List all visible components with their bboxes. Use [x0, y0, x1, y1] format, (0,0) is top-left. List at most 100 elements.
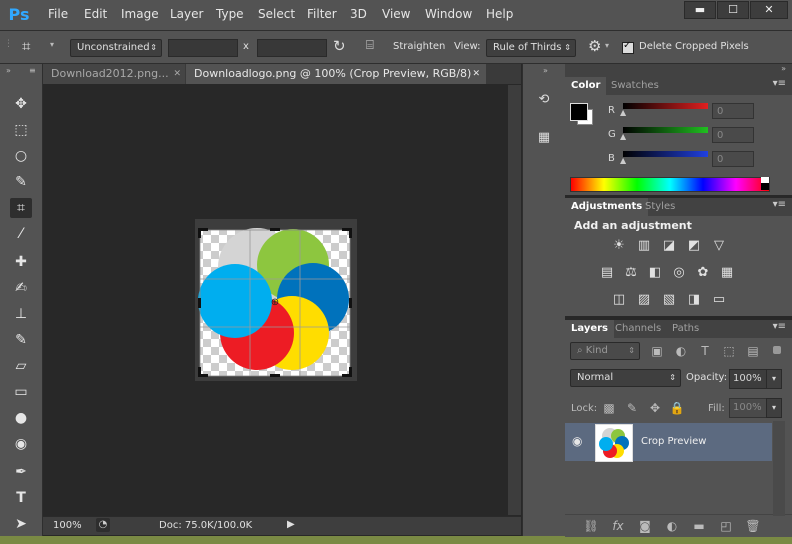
- trash-icon[interactable]: 🗑: [745, 518, 761, 534]
- eyedropper-tool-icon[interactable]: ⁄: [10, 224, 32, 244]
- collapse-dock-icon[interactable]: »: [543, 66, 548, 75]
- lasso-tool-icon[interactable]: ○: [10, 146, 32, 166]
- ratio-dropdown[interactable]: Unconstrained ⇕: [70, 39, 162, 57]
- tab-channels[interactable]: Channels: [609, 320, 667, 338]
- zoom-level[interactable]: 100%: [53, 520, 82, 531]
- levels-icon[interactable]: ▥: [635, 238, 653, 254]
- panel-menu-icon[interactable]: ▾≡: [773, 199, 786, 210]
- new-group-icon[interactable]: ▬: [691, 518, 707, 534]
- clear-rotate-icon[interactable]: ↻: [333, 37, 346, 55]
- menu-file[interactable]: File: [48, 7, 68, 21]
- panel-menu-icon[interactable]: ▾≡: [773, 78, 786, 89]
- panel-menu-icon[interactable]: ▾≡: [773, 321, 786, 332]
- vertical-scrollbar[interactable]: [508, 85, 521, 515]
- menu-select[interactable]: Select: [258, 7, 295, 21]
- tab-download2012[interactable]: Download2012.png... ✕: [43, 64, 185, 84]
- close-button[interactable]: ✕: [750, 1, 788, 19]
- tab-layers[interactable]: Layers: [565, 320, 614, 338]
- dodge-tool-icon[interactable]: ◉: [10, 434, 32, 454]
- type-tool-icon[interactable]: T: [10, 488, 32, 508]
- blend-mode-dropdown[interactable]: Normal ⇕: [570, 369, 681, 387]
- filter-smart-object-icon[interactable]: ▤: [745, 343, 761, 359]
- fill-field[interactable]: 100%: [729, 398, 768, 418]
- tab-color[interactable]: Color: [565, 77, 607, 95]
- green-value-field[interactable]: 0: [712, 127, 754, 143]
- green-slider[interactable]: [623, 127, 708, 133]
- menu-filter[interactable]: Filter: [307, 7, 337, 21]
- status-menu-arrow-icon[interactable]: ▶: [287, 519, 295, 530]
- quick-selection-tool-icon[interactable]: ✎: [10, 172, 32, 192]
- brightness-contrast-icon[interactable]: ☀: [610, 238, 628, 254]
- hue-saturation-icon[interactable]: ▤: [598, 265, 616, 281]
- slider-thumb-icon[interactable]: ▲: [620, 156, 626, 165]
- layer-style-icon[interactable]: fx: [610, 518, 626, 534]
- add-mask-icon[interactable]: ◙: [637, 518, 653, 534]
- tab-downloadlogo[interactable]: Downloadlogo.png @ 100% (Crop Preview, R…: [186, 64, 486, 84]
- filter-pixel-icon[interactable]: ▣: [649, 343, 665, 359]
- crop-tool-preset-icon[interactable]: ⌗: [22, 37, 30, 55]
- straighten-label[interactable]: Straighten: [393, 41, 445, 52]
- menu-edit[interactable]: Edit: [84, 7, 107, 21]
- selective-color-icon[interactable]: ◨: [685, 292, 703, 308]
- share-icon[interactable]: ◔: [96, 518, 110, 532]
- layers-scrollbar[interactable]: [773, 421, 785, 516]
- collapse-toolbar-icon[interactable]: »: [6, 66, 11, 75]
- straighten-icon[interactable]: ⌸: [366, 38, 374, 53]
- color-balance-icon[interactable]: ⚖: [622, 265, 640, 281]
- tab-swatches[interactable]: Swatches: [605, 77, 665, 95]
- tab-adjustments[interactable]: Adjustments: [565, 198, 649, 216]
- crop-tool-icon[interactable]: ⌗: [10, 198, 32, 218]
- marquee-tool-icon[interactable]: ⬚: [10, 120, 32, 140]
- opacity-field[interactable]: 100%: [729, 369, 768, 389]
- path-selection-tool-icon[interactable]: ➤: [10, 514, 32, 534]
- maximize-button[interactable]: ☐: [717, 1, 749, 19]
- width-field[interactable]: [168, 39, 238, 57]
- color-lookup-icon[interactable]: ▦: [718, 265, 736, 281]
- menu-image[interactable]: Image: [121, 7, 159, 21]
- healing-brush-tool-icon[interactable]: ✚: [10, 252, 32, 272]
- color-ramp[interactable]: [570, 177, 770, 192]
- new-layer-icon[interactable]: ◰: [718, 518, 734, 534]
- gear-icon[interactable]: ⚙: [588, 37, 601, 55]
- document-canvas[interactable]: ⊕: [43, 85, 521, 515]
- slider-thumb-icon[interactable]: ▲: [620, 132, 626, 141]
- fill-dropdown-arrow-icon[interactable]: ▾: [766, 398, 782, 418]
- move-tool-icon[interactable]: ✥: [10, 94, 32, 114]
- preset-dropdown-arrow-icon[interactable]: ▾: [50, 40, 54, 49]
- new-adjustment-layer-icon[interactable]: ◐: [664, 518, 680, 534]
- menu-layer[interactable]: Layer: [170, 7, 203, 21]
- menu-view[interactable]: View: [382, 7, 410, 21]
- lock-position-icon[interactable]: ✥: [647, 400, 663, 416]
- filter-adjustment-icon[interactable]: ◐: [673, 343, 689, 359]
- slider-thumb-icon[interactable]: ▲: [620, 108, 626, 117]
- brush-tool-icon[interactable]: ✍: [10, 278, 32, 298]
- lock-all-icon[interactable]: 🔒: [669, 400, 685, 416]
- foreground-color-swatch[interactable]: [570, 103, 588, 121]
- red-slider[interactable]: [623, 103, 708, 109]
- minimize-button[interactable]: ▬: [684, 1, 716, 19]
- photo-filter-icon[interactable]: ◎: [670, 265, 688, 281]
- tab-styles[interactable]: Styles: [639, 198, 681, 216]
- threshold-icon[interactable]: ▧: [660, 292, 678, 308]
- lock-pixels-icon[interactable]: ✎: [624, 400, 640, 416]
- history-icon[interactable]: ⟲: [534, 90, 554, 110]
- settings-dropdown-arrow-icon[interactable]: ▾: [605, 41, 609, 50]
- blur-tool-icon[interactable]: ●: [10, 408, 32, 428]
- red-value-field[interactable]: 0: [712, 103, 754, 119]
- link-layers-icon[interactable]: ⛓: [583, 518, 599, 534]
- visibility-eye-icon[interactable]: ◉: [572, 434, 582, 448]
- toolbar-menu-icon[interactable]: ≡: [29, 66, 36, 75]
- menu-3d[interactable]: 3D: [350, 7, 367, 21]
- filter-type-icon[interactable]: T: [697, 343, 713, 359]
- black-white-icon[interactable]: ◧: [646, 265, 664, 281]
- gradient-map-icon[interactable]: ▭: [710, 292, 728, 308]
- pen-tool-icon[interactable]: ✒: [10, 462, 32, 482]
- menu-help[interactable]: Help: [486, 7, 513, 21]
- tab-paths[interactable]: Paths: [666, 320, 705, 338]
- posterize-icon[interactable]: ▨: [635, 292, 653, 308]
- menu-type[interactable]: Type: [216, 7, 244, 21]
- blue-value-field[interactable]: 0: [712, 151, 754, 167]
- lock-transparency-icon[interactable]: ▩: [601, 400, 617, 416]
- filter-shape-icon[interactable]: ⬚: [721, 343, 737, 359]
- eraser-tool-icon[interactable]: ▱: [10, 356, 32, 376]
